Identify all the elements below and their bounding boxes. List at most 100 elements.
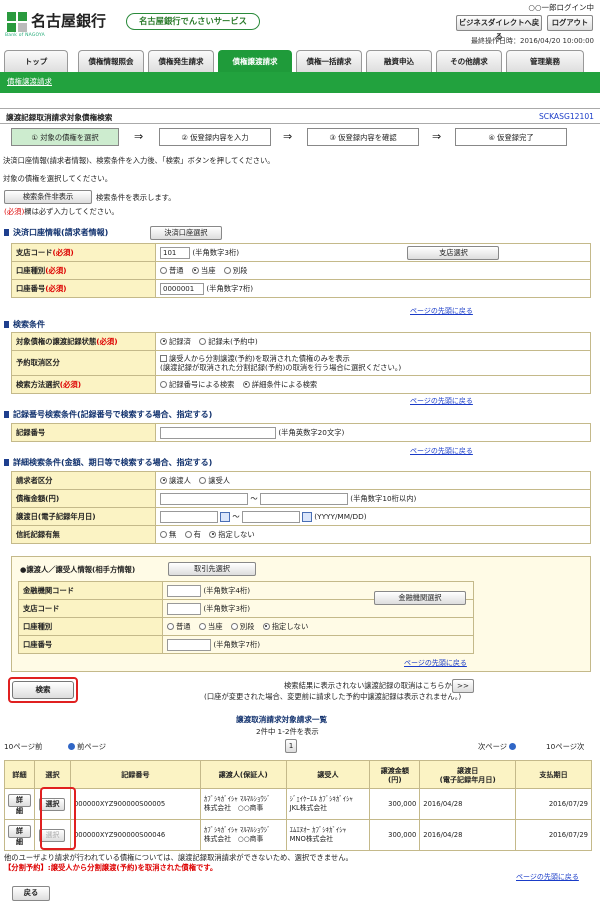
account-type-special[interactable]: 別段 (223, 266, 247, 275)
radio-selected-icon[interactable] (209, 530, 217, 538)
radio-icon[interactable] (167, 622, 174, 630)
radio-icon[interactable] (160, 380, 167, 388)
account-no-input[interactable]: 0000001 (160, 282, 204, 295)
detail-button[interactable]: 詳細 (8, 793, 31, 815)
radio-icon[interactable] (230, 622, 238, 630)
tab-transfer[interactable]: 債権譲渡請求 (218, 50, 292, 72)
logout-button[interactable]: ログアウト (547, 15, 593, 31)
account-select-button[interactable]: 決済口座選択 (150, 226, 222, 240)
page-top-link[interactable]: ページの先頭に戻る (410, 446, 473, 456)
record-no-input[interactable] (160, 426, 276, 439)
search-form: 対象債権の譲渡記録状態(必須) 記録済 記録未(予約中) 予約取消区分 譲受人か… (11, 332, 591, 394)
reserve-check-label: 譲受人から分割譲渡(予約)を取消された債権のみを表示 (169, 354, 350, 363)
method-record-no[interactable]: 記録番号による検索 (160, 380, 234, 389)
radio-selected-icon[interactable] (242, 380, 250, 388)
party-type-unspecified[interactable]: 指定しない (262, 622, 308, 631)
party-assignee[interactable]: 譲受人 (199, 476, 230, 485)
step-arrow-icon: ⇒ (134, 130, 144, 143)
page-top-link[interactable]: ページの先頭に戻る (404, 658, 467, 668)
radio-icon[interactable] (223, 266, 231, 274)
col-assignee: 譲受人 (285, 760, 371, 789)
radio-icon[interactable] (160, 266, 167, 274)
bank-logo-icon (7, 12, 27, 32)
prev10-link[interactable]: 10ページ前 (4, 742, 42, 752)
radio-selected-icon[interactable] (262, 622, 270, 630)
checkbox-icon[interactable] (160, 355, 167, 362)
bank-code-hint: (半角数字4桁) (203, 585, 251, 595)
date-from-input[interactable] (160, 510, 218, 523)
branch-select-button[interactable]: 支店選択 (407, 245, 500, 260)
branch-code-hint: (半角数字3桁) (192, 247, 240, 257)
detail-section-title: 詳細検索条件(金額、期日等で検索する場合、指定する) (4, 457, 212, 468)
table-row: 詳細 選択 000000XYZ900000S00046 ｶﾌﾞｼｷｶﾞｲｼｬ ﾏ… (4, 819, 592, 851)
radio-icon[interactable] (198, 622, 206, 630)
calendar-icon[interactable] (220, 511, 230, 522)
party-box: ●譲渡人／譲受人情報(相手方情報) 取引先選択 金融機関コード (半角数字4桁)… (11, 556, 591, 672)
status-reserved[interactable]: 記録未(予約中) (199, 337, 258, 346)
party-account-no-input[interactable] (167, 638, 211, 651)
cancel-link-button[interactable]: >> (452, 679, 474, 693)
col-select: 選択 (33, 760, 71, 789)
bizdirect-button[interactable]: ビジネスダイレクトへ戻る (456, 15, 542, 41)
bank-select-button[interactable]: 金融機関選択 (374, 591, 466, 605)
col-due-date: 支払期日 (515, 760, 592, 789)
account-no-hint: (半角数字7桁) (206, 283, 254, 293)
tab-loan[interactable]: 融資申込 (366, 50, 432, 72)
detail-button[interactable]: 詳細 (8, 824, 31, 846)
bank-code-label: 金融機関コード (23, 585, 75, 595)
breadcrumb-link[interactable]: 債権譲渡請求 (7, 76, 52, 87)
radio-selected-icon[interactable] (160, 337, 167, 345)
party-type-normal[interactable]: 普通 (167, 622, 191, 631)
transfer-date-cell: 2016/04/28 (419, 819, 517, 851)
results-note1: 他のユーザより請求が行われている債権については、譲渡記録取消請求ができないため、… (4, 853, 353, 862)
results-note2: 【分割予約】:譲受人から分割譲渡(予約)を取消された債権です。 (4, 863, 218, 872)
radio-icon[interactable] (184, 530, 192, 538)
page-top-link[interactable]: ページの先頭に戻る (410, 396, 473, 406)
step-arrow-icon: ⇒ (283, 130, 293, 143)
search-button[interactable]: 検索 (12, 681, 74, 699)
tab-other[interactable]: その他請求 (436, 50, 502, 72)
account-type-normal[interactable]: 普通 (160, 266, 184, 275)
trust-none[interactable]: 無 (160, 530, 176, 539)
trust-yes[interactable]: 有 (184, 530, 201, 539)
instruction-line2: 対象の債権を選択してください。 (3, 174, 113, 183)
page-top-link[interactable]: ページの先頭に戻る (410, 306, 473, 316)
party-assignor[interactable]: 譲渡人 (160, 476, 191, 485)
amount-from-input[interactable] (160, 492, 248, 505)
back-button[interactable]: 戻る (12, 886, 50, 901)
trust-unspecified[interactable]: 指定しない (209, 530, 255, 539)
counterparty-select-button[interactable]: 取引先選択 (168, 562, 256, 576)
next10-link[interactable]: 10ページ次 (546, 742, 584, 752)
radio-icon[interactable] (160, 530, 167, 538)
col-detail: 詳細 (4, 760, 35, 789)
tab-inquiry[interactable]: 債権情報照会 (78, 50, 144, 72)
tab-bulk[interactable]: 債権一括請求 (296, 50, 362, 72)
branch-code-input[interactable]: 101 (160, 246, 190, 259)
radio-selected-icon[interactable] (191, 266, 199, 274)
search-section-title: 検索条件 (4, 319, 45, 330)
radio-icon[interactable] (199, 476, 207, 484)
page-number-1[interactable]: 1 (285, 739, 297, 753)
amount-to-input[interactable] (259, 492, 348, 505)
date-to-input[interactable] (241, 510, 300, 523)
calendar-icon[interactable] (301, 511, 312, 522)
toggle-conditions-button[interactable]: 検索条件非表示 (4, 190, 92, 204)
account-form: 支店コード(必須) 101 (半角数字3桁) 支店選択 口座種別(必須) 普通 … (11, 243, 591, 298)
radio-selected-icon[interactable] (160, 476, 167, 484)
next-page-link[interactable]: 次ページ (478, 742, 518, 752)
party-branch-code-input[interactable] (167, 602, 201, 615)
party-type-current[interactable]: 当座 (198, 622, 223, 631)
prev-page-link[interactable]: 前ページ (66, 742, 106, 752)
account-type-current[interactable]: 当座 (191, 266, 216, 275)
last-operation: 最終操作日時：2016/04/20 10:00:00 (470, 37, 594, 45)
tab-issue[interactable]: 債権発生請求 (148, 50, 214, 72)
status-recorded[interactable]: 記録済 (160, 337, 191, 346)
party-type-special[interactable]: 別段 (230, 622, 254, 631)
bank-code-input[interactable] (167, 584, 201, 597)
results-count: 2件中 1-2件を表示 (256, 727, 319, 736)
page-top-link[interactable]: ページの先頭に戻る (516, 872, 579, 882)
radio-icon[interactable] (199, 337, 207, 345)
tab-top[interactable]: トップ (4, 50, 68, 72)
tab-admin[interactable]: 管理業務 (506, 50, 584, 72)
method-detail[interactable]: 詳細条件による検索 (242, 380, 317, 389)
